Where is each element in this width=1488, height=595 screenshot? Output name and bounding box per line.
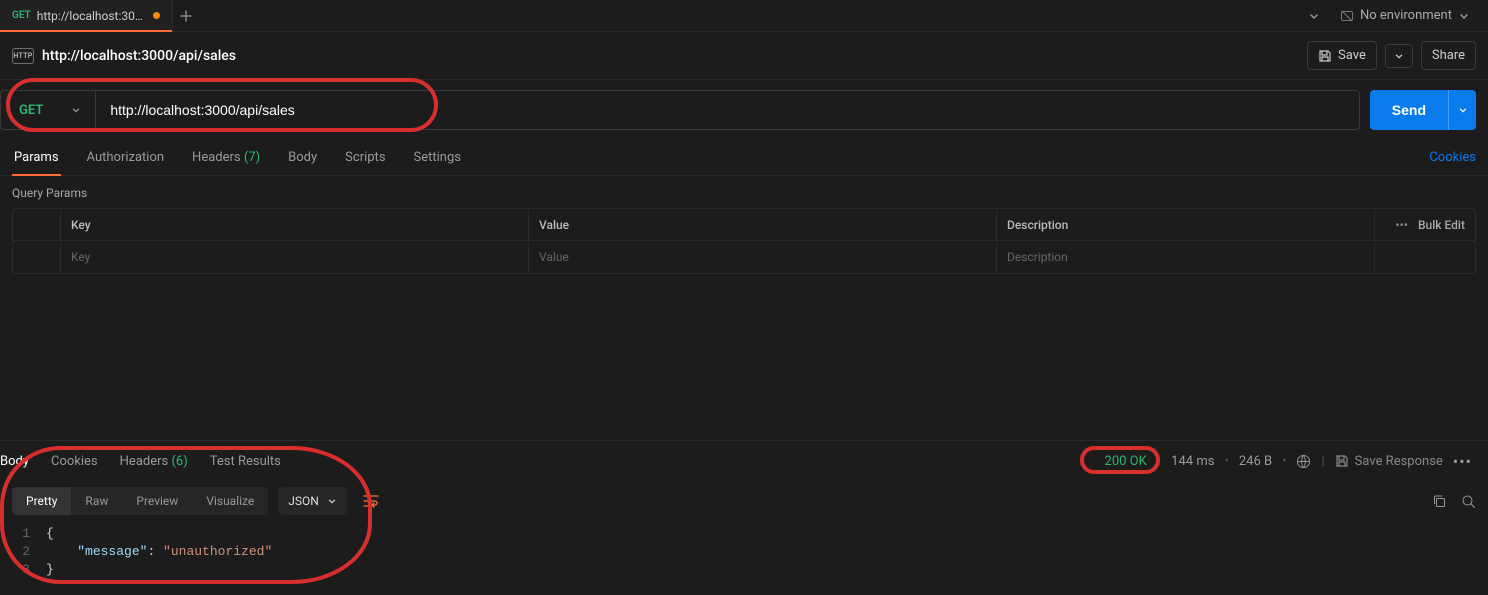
- response-pane: Body Cookies Headers (6) Test Results 20…: [0, 440, 1488, 595]
- response-body[interactable]: 1{2 "message": "unauthorized"3}: [0, 521, 1488, 583]
- save-icon: [1318, 49, 1332, 63]
- no-env-icon: [1340, 9, 1354, 23]
- tabs-overflow-button[interactable]: [1302, 6, 1326, 26]
- tab-headers-label: Headers: [192, 150, 241, 165]
- code-content: "message": "unauthorized": [46, 543, 272, 561]
- separator: •: [1157, 454, 1161, 469]
- value-input[interactable]: Value: [529, 241, 997, 273]
- query-params-title: Query Params: [0, 176, 1488, 208]
- chevron-down-icon: [1458, 105, 1468, 115]
- tab-bar: GET http://localhost:3000/ap No environm…: [0, 0, 1488, 32]
- key-input[interactable]: Key: [61, 241, 529, 273]
- add-tab-button[interactable]: [172, 0, 200, 31]
- network-info-button[interactable]: [1296, 454, 1311, 469]
- chevron-down-icon: [1458, 10, 1470, 22]
- column-options-button[interactable]: •••: [1395, 218, 1408, 232]
- cookies-link[interactable]: Cookies: [1429, 150, 1476, 165]
- url-bar: GET: [0, 90, 1360, 130]
- response-tabs: Body Cookies Headers (6) Test Results 20…: [0, 441, 1488, 481]
- code-line: 1{: [0, 525, 1488, 543]
- code-line: 2 "message": "unauthorized": [0, 543, 1488, 561]
- status-badge[interactable]: 200 OK: [1105, 454, 1147, 469]
- tab-body[interactable]: Body: [286, 140, 319, 175]
- search-response-button[interactable]: [1461, 494, 1476, 509]
- save-label: Save: [1338, 48, 1366, 63]
- query-params-table: Key Value Description ••• Bulk Edit Key …: [12, 208, 1476, 274]
- method-select[interactable]: GET: [1, 91, 96, 129]
- table-row[interactable]: Key Value Description: [13, 241, 1475, 273]
- chevron-down-icon: [71, 105, 81, 115]
- tab-authorization[interactable]: Authorization: [85, 140, 167, 175]
- response-view-row: Pretty Raw Preview Visualize JSON: [0, 481, 1488, 521]
- environment-selector[interactable]: No environment: [1332, 4, 1478, 27]
- tab-title: http://localhost:3000/ap: [37, 9, 147, 23]
- headers-count: (7): [244, 150, 260, 165]
- response-time[interactable]: 144 ms: [1171, 454, 1214, 469]
- view-mode-segment: Pretty Raw Preview Visualize: [12, 487, 268, 515]
- table-header-row: Key Value Description ••• Bulk Edit: [13, 209, 1475, 241]
- col-checkbox: [13, 209, 61, 240]
- send-options-button[interactable]: [1448, 90, 1476, 130]
- code-line: 3}: [0, 561, 1488, 579]
- tab-settings[interactable]: Settings: [412, 140, 463, 175]
- unsaved-dot-icon: [153, 12, 160, 19]
- separator: •: [1282, 454, 1286, 469]
- request-tab[interactable]: GET http://localhost:3000/ap: [0, 0, 172, 31]
- save-options-button[interactable]: [1385, 44, 1413, 68]
- separator: •: [1224, 454, 1228, 469]
- send-button[interactable]: Send: [1370, 90, 1448, 130]
- http-icon: HTTP: [12, 48, 34, 64]
- description-input[interactable]: Description: [997, 241, 1375, 273]
- tab-method-label: GET: [12, 10, 31, 21]
- resp-tab-test-results[interactable]: Test Results: [210, 454, 281, 469]
- line-number: 2: [0, 543, 46, 561]
- request-url-row: GET Send: [0, 80, 1488, 140]
- col-actions: ••• Bulk Edit: [1375, 209, 1475, 240]
- format-label: JSON: [288, 494, 319, 508]
- save-response-button[interactable]: Save Response: [1335, 454, 1443, 469]
- col-key: Key: [61, 209, 529, 240]
- row-actions: [1375, 241, 1475, 273]
- chevron-down-icon: [1394, 51, 1404, 61]
- separator: |: [1321, 454, 1324, 469]
- request-tabs: Params Authorization Headers (7) Body Sc…: [0, 140, 1488, 176]
- code-content: {: [46, 525, 54, 543]
- save-icon: [1335, 454, 1349, 468]
- line-number: 1: [0, 525, 46, 543]
- resp-tab-headers[interactable]: Headers (6): [120, 454, 188, 469]
- copy-response-button[interactable]: [1432, 494, 1447, 509]
- view-preview[interactable]: Preview: [122, 487, 192, 515]
- environment-label: No environment: [1360, 8, 1452, 23]
- resp-tab-cookies[interactable]: Cookies: [51, 454, 98, 469]
- response-size[interactable]: 246 B: [1239, 454, 1272, 469]
- col-description: Description: [997, 209, 1375, 240]
- tab-params[interactable]: Params: [12, 140, 61, 175]
- line-number: 3: [0, 561, 46, 579]
- url-input[interactable]: [96, 91, 1358, 129]
- resp-tab-body[interactable]: Body: [0, 454, 29, 469]
- view-pretty[interactable]: Pretty: [12, 487, 71, 515]
- bulk-edit-button[interactable]: Bulk Edit: [1418, 218, 1465, 232]
- tab-scripts[interactable]: Scripts: [343, 140, 387, 175]
- format-select[interactable]: JSON: [278, 487, 347, 515]
- wrap-lines-button[interactable]: [357, 488, 385, 514]
- view-visualize[interactable]: Visualize: [192, 487, 268, 515]
- response-more-button[interactable]: •••: [1453, 452, 1472, 471]
- code-content: }: [46, 561, 54, 579]
- resp-headers-count: (6): [171, 454, 187, 469]
- resp-headers-label: Headers: [120, 454, 169, 469]
- save-response-label: Save Response: [1355, 454, 1443, 469]
- response-meta: 200 OK • 144 ms • 246 B • | Save Respons…: [1105, 452, 1472, 471]
- col-value: Value: [529, 209, 997, 240]
- row-checkbox[interactable]: [13, 241, 61, 273]
- method-label: GET: [19, 103, 43, 118]
- save-button[interactable]: Save: [1307, 41, 1377, 70]
- request-header: HTTP http://localhost:3000/api/sales Sav…: [0, 32, 1488, 80]
- tab-headers[interactable]: Headers (7): [190, 140, 262, 175]
- share-label: Share: [1432, 48, 1465, 63]
- chevron-down-icon: [327, 496, 337, 506]
- breadcrumb: http://localhost:3000/api/sales: [42, 48, 236, 64]
- view-raw[interactable]: Raw: [71, 487, 122, 515]
- share-button[interactable]: Share: [1421, 41, 1476, 70]
